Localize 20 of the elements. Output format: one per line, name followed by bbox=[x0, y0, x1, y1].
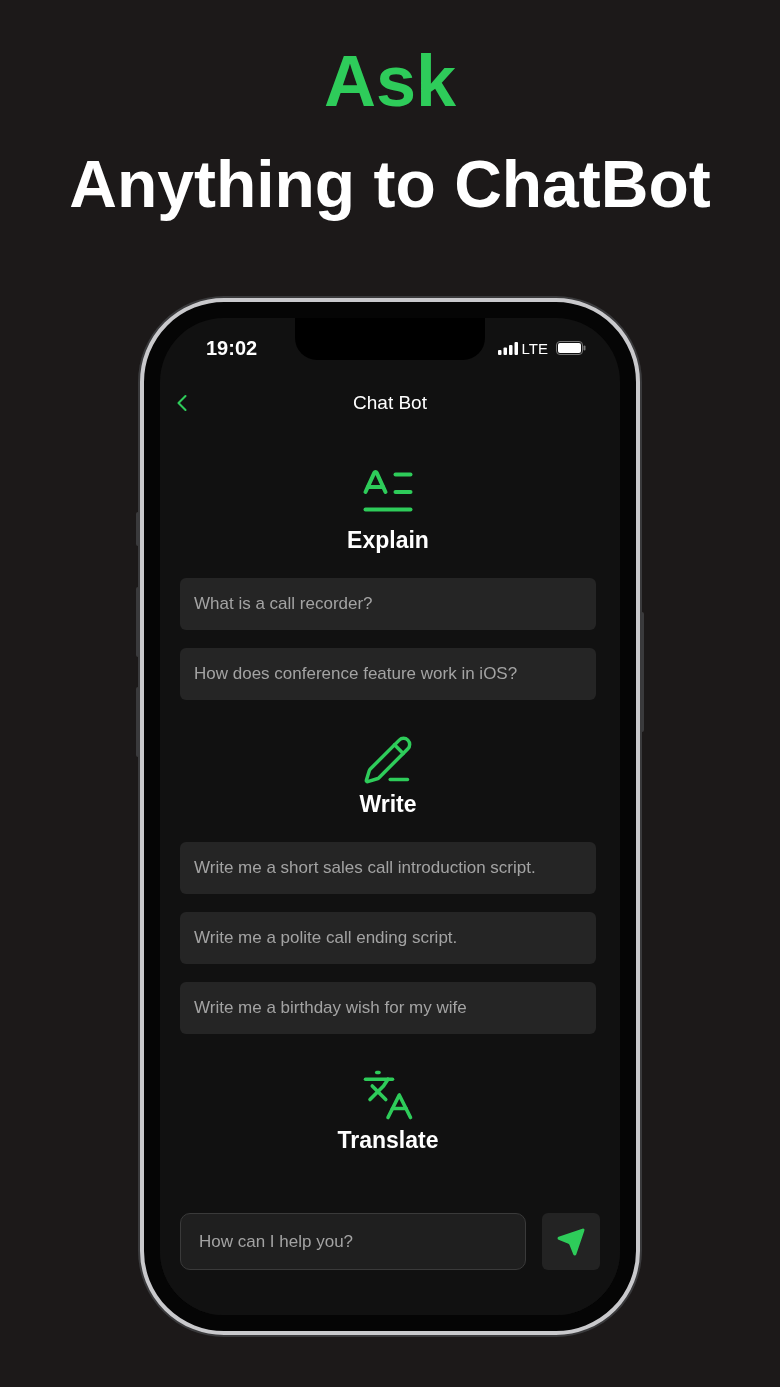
send-button[interactable] bbox=[542, 1213, 600, 1270]
headline-accent: Ask bbox=[323, 40, 457, 123]
nav-title: Chat Bot bbox=[353, 392, 427, 414]
signal-icon bbox=[497, 341, 518, 355]
prompt-suggestion[interactable]: How does conference feature work in iOS? bbox=[180, 648, 596, 700]
message-input[interactable]: How can I help you? bbox=[180, 1213, 526, 1270]
send-icon[interactable] bbox=[556, 1226, 586, 1257]
battery-icon bbox=[556, 341, 586, 355]
section-title: Write bbox=[359, 790, 417, 818]
pencil-icon bbox=[362, 734, 414, 786]
prompt-suggestion[interactable]: Write me a polite call ending script. bbox=[180, 912, 596, 964]
section-title: Translate bbox=[337, 1126, 439, 1154]
section-title: Explain bbox=[347, 526, 429, 554]
prompt-suggestion[interactable]: Write me a birthday wish for my wife bbox=[180, 982, 596, 1034]
translate-icon bbox=[361, 1068, 415, 1122]
prompt-suggestion[interactable]: Write me a short sales call introduction script. bbox=[180, 842, 596, 894]
network-label: LTE bbox=[521, 339, 548, 357]
headline-title: Anything to ChatBot bbox=[69, 146, 711, 223]
prompt-suggestion[interactable]: What is a call recorder? bbox=[180, 578, 596, 630]
status-time: 19:02 bbox=[206, 336, 258, 360]
